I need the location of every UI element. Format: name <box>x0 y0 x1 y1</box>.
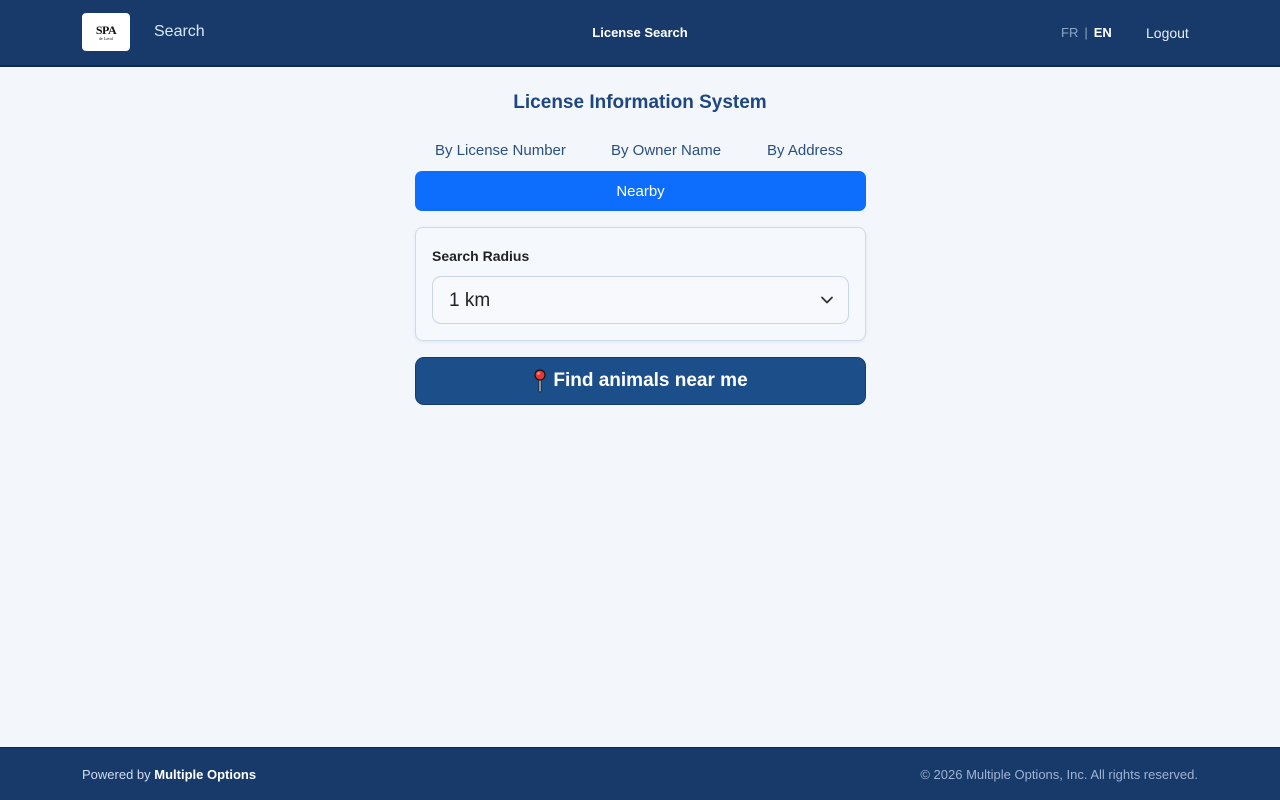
search-radius-value: 1 km <box>449 290 491 311</box>
lang-fr-link[interactable]: FR <box>1061 25 1078 40</box>
tab-nearby[interactable]: Nearby <box>415 171 866 211</box>
page-title: License Information System <box>513 92 767 113</box>
lang-en-link[interactable]: EN <box>1094 25 1112 40</box>
powered-prefix: Powered by <box>82 767 151 782</box>
tab-by-license-number[interactable]: By License Number <box>435 142 566 159</box>
find-animals-label: Find animals near me <box>553 370 748 391</box>
search-tabs: By License Number By Owner Name By Addre… <box>415 142 866 164</box>
language-switcher: FR | EN <box>1061 25 1112 40</box>
map-pin-icon <box>534 369 546 393</box>
copyright-text: © 2026 Multiple Options, Inc. All rights… <box>920 767 1198 782</box>
find-animals-button[interactable]: Find animals near me <box>415 357 866 405</box>
lang-separator: | <box>1084 25 1088 40</box>
page-footer: Powered by Multiple Options © 2026 Multi… <box>0 747 1280 800</box>
tab-by-owner-name[interactable]: By Owner Name <box>611 142 721 159</box>
chevron-down-icon <box>821 296 833 304</box>
search-radius-label: Search Radius <box>432 248 530 264</box>
top-navbar: SPA de Laval Search License Search FR | EN… <box>0 0 1280 67</box>
logout-link[interactable]: Logout <box>1146 25 1189 41</box>
powered-brand-link[interactable]: Multiple Options <box>154 767 256 782</box>
search-radius-select[interactable]: 1 km <box>432 276 849 324</box>
powered-by: Powered by Multiple Options <box>82 767 256 782</box>
search-radius-card: Search Radius 1 km <box>415 227 866 341</box>
tab-by-address[interactable]: By Address <box>767 142 843 159</box>
